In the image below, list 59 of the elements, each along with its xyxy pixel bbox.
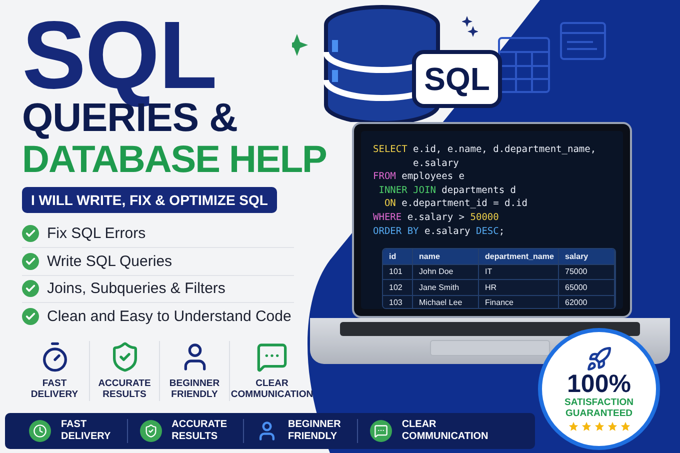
feature-label: ACCURATE RESULTS	[172, 419, 228, 443]
feature-label: ACCURATE RESULTS	[98, 378, 151, 402]
table-cell: IT	[479, 264, 559, 280]
check-icon	[22, 308, 39, 326]
feature-label: FAST DELIVERY	[30, 378, 78, 402]
code-line: FROM employees e	[373, 170, 466, 184]
code-line: SELECT e.id, e.name, d.department_name,	[373, 143, 598, 157]
table-cell: Jane Smith	[413, 280, 479, 296]
code-line: ON e.department_id = d.id	[383, 197, 528, 211]
table-cell: Michael Lee	[413, 296, 479, 308]
star-icon	[606, 421, 618, 432]
code-line: WHERE e.salary > 50000	[373, 210, 500, 225]
table-cell: 103	[383, 296, 413, 308]
table-cell: HR	[479, 280, 559, 296]
shield-check-icon	[140, 420, 162, 442]
check-icon	[22, 252, 39, 270]
code-line: ORDER BY e.salary DESC;	[373, 224, 506, 238]
check-icon	[22, 225, 39, 242]
checklist-item: Fix SQL Errors	[47, 225, 146, 242]
table-cell: 102	[383, 280, 413, 296]
star-icon	[568, 421, 578, 432]
code-line: e.salary	[412, 156, 460, 170]
card-icon	[560, 22, 606, 60]
checklist-item: Joins, Subqueries & Filters	[47, 280, 226, 298]
column-header: id	[383, 249, 413, 265]
feature-label: BEGINNER FRIENDLY	[288, 419, 341, 443]
column-header: name	[413, 249, 479, 265]
feature-label: CLEAR COMMUNICATION	[402, 419, 488, 443]
column-header: department_name	[479, 249, 559, 265]
seal-value: 100%	[567, 372, 631, 397]
table-cell: John Doe	[413, 264, 479, 280]
table-cell: 62000	[559, 296, 615, 308]
headline: DATABASE HELP	[22, 140, 326, 179]
seal-text: GUARANTEED	[565, 408, 633, 420]
star-icon	[580, 421, 592, 432]
feature-label: CLEAR COMMUNICATION	[230, 378, 314, 402]
checklist-item: Write SQL Queries	[47, 252, 172, 270]
sparkle-icon	[462, 16, 478, 38]
table-cell: 75000	[559, 264, 615, 280]
sparkle-icon	[292, 34, 308, 56]
star-icon	[594, 421, 604, 432]
table-cell: Finance	[479, 296, 559, 308]
tagline-banner: I WILL WRITE, FIX & OPTIMIZE SQL	[22, 186, 277, 213]
chat-icon	[370, 420, 392, 442]
sql-label: SQL	[412, 50, 502, 108]
table-icon	[498, 37, 550, 93]
code-line: INNER JOIN departments d	[378, 184, 517, 198]
seal-text: SATISFACTION	[564, 396, 634, 408]
column-header: salary	[559, 249, 615, 265]
checklist-item: Clean and Easy to Understand Code	[47, 308, 292, 326]
clock-icon	[29, 420, 51, 442]
star-icon	[620, 421, 630, 432]
chat-icon	[256, 340, 288, 373]
feature-label: BEGINNER FRIENDLY	[169, 378, 220, 402]
table-cell: 65000	[559, 280, 615, 296]
table-cell: 101	[383, 264, 413, 280]
check-icon	[22, 280, 39, 298]
feature-label: FAST DELIVERY	[61, 419, 111, 443]
rocket-icon	[586, 346, 612, 372]
